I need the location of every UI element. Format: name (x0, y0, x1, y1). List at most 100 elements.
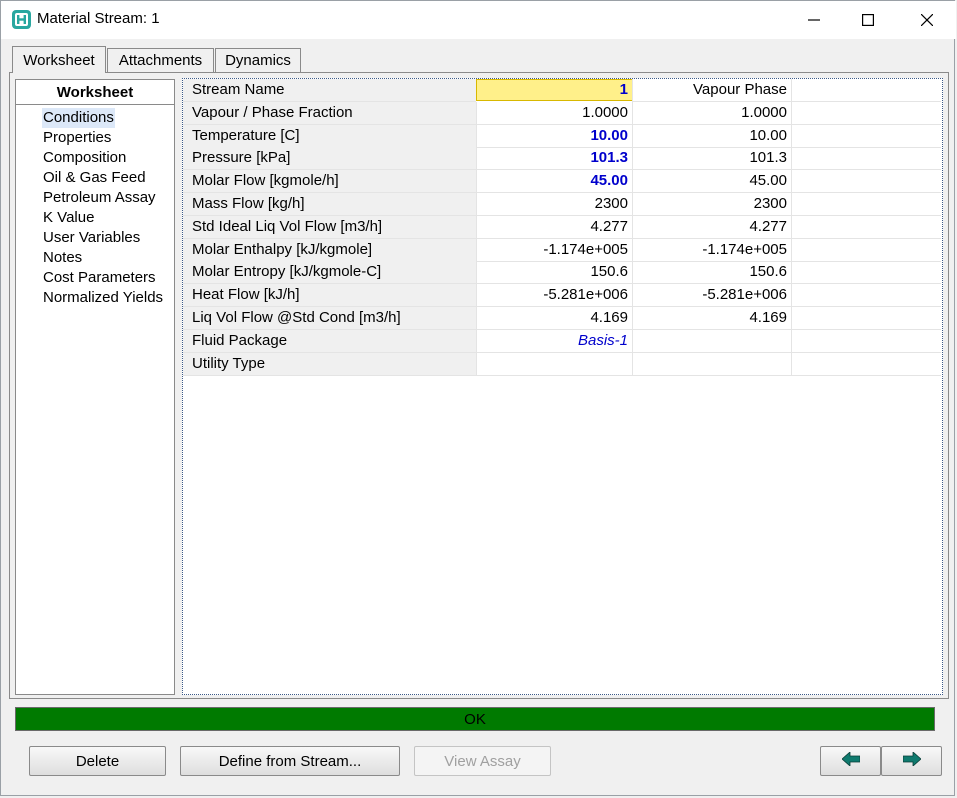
nav-item-properties[interactable]: Properties (42, 128, 112, 148)
close-button[interactable] (898, 1, 956, 39)
row-label: Stream Name (183, 79, 476, 102)
delete-button-label: Delete (75, 752, 120, 770)
minimize-button[interactable] (785, 1, 843, 39)
stream-value-cell[interactable]: 150.6 (476, 261, 632, 285)
nav-header: Worksheet (16, 80, 174, 105)
nav-item-oil-gas-feed[interactable]: Oil & Gas Feed (42, 168, 147, 188)
tab-dynamics[interactable]: Dynamics (215, 48, 301, 72)
stream-value-cell[interactable]: 1 (476, 79, 633, 101)
row-label: Heat Flow [kJ/h] (183, 284, 476, 308)
nav-item-cost-parameters[interactable]: Cost Parameters (42, 268, 157, 288)
phase-value-cell: -1.174e+005 (632, 238, 791, 262)
row-label: Liq Vol Flow @Std Cond [m3/h] (183, 307, 476, 330)
empty-cell (791, 124, 941, 148)
window-title: Material Stream: 1 (37, 10, 160, 27)
tab-attachments-label: Attachments (118, 52, 203, 69)
phase-value-cell: 4.169 (632, 307, 791, 330)
hysys-app-icon (12, 10, 31, 29)
maximize-icon (862, 14, 874, 26)
stream-value-cell[interactable]: 4.169 (476, 307, 632, 330)
empty-cell (791, 101, 941, 125)
phase-value-cell: -5.281e+006 (632, 284, 791, 308)
row-label: Mass Flow [kg/h] (183, 193, 476, 216)
grid-row: Molar Flow [kgmole/h] 45.00 45.00 (183, 170, 941, 194)
minimize-icon (808, 14, 820, 26)
row-label: Fluid Package (183, 329, 476, 353)
row-label: Temperature [C] (183, 124, 476, 148)
nav-item-conditions[interactable]: Conditions (42, 108, 115, 128)
grid-row: Heat Flow [kJ/h] -5.281e+006 -5.281e+006 (183, 284, 941, 308)
tab-attachments[interactable]: Attachments (107, 48, 214, 72)
close-icon (921, 14, 933, 26)
nav-item-composition[interactable]: Composition (42, 148, 127, 168)
empty-cell (791, 170, 941, 194)
empty-cell (791, 147, 941, 171)
conditions-grid: Stream Name 1 Vapour Phase Vapour / Phase F… (182, 78, 943, 695)
status-bar: OK (15, 707, 935, 731)
grid-row: Mass Flow [kg/h] 2300 2300 (183, 193, 941, 216)
grid-row: Fluid Package Basis-1 (183, 329, 941, 353)
worksheet-nav: Worksheet Conditions Properties Composit… (15, 79, 175, 695)
maximize-button[interactable] (839, 1, 897, 39)
stream-value-cell[interactable]: -5.281e+006 (476, 284, 632, 308)
view-assay-button[interactable]: View Assay (414, 746, 551, 776)
empty-cell (791, 329, 941, 353)
tab-worksheet-label: Worksheet (23, 51, 95, 69)
nav-item-k-value[interactable]: K Value (42, 208, 95, 228)
next-button[interactable] (881, 746, 942, 776)
row-label: Utility Type (183, 352, 476, 376)
phase-value-cell: 10.00 (632, 124, 791, 148)
row-label: Molar Flow [kgmole/h] (183, 170, 476, 194)
phase-value-cell: 101.3 (632, 147, 791, 171)
stream-value-cell[interactable]: -1.174e+005 (476, 238, 632, 262)
nav-item-petroleum-assay[interactable]: Petroleum Assay (42, 188, 157, 208)
grid-row: Stream Name 1 Vapour Phase (183, 79, 941, 102)
tab-dynamics-label: Dynamics (225, 52, 291, 69)
row-label: Std Ideal Liq Vol Flow [m3/h] (183, 215, 476, 239)
stream-value-cell[interactable]: 101.3 (476, 147, 632, 171)
phase-value-cell (632, 329, 791, 353)
stream-value-cell[interactable]: 10.00 (476, 124, 632, 148)
phase-value-cell: 1.0000 (632, 101, 791, 125)
row-label: Vapour / Phase Fraction (183, 101, 476, 125)
stream-value-cell[interactable] (476, 352, 632, 376)
stream-value-cell[interactable]: 2300 (476, 193, 632, 216)
empty-cell (791, 352, 941, 376)
empty-cell (791, 79, 941, 102)
grid-row: Std Ideal Liq Vol Flow [m3/h] 4.277 4.277 (183, 215, 941, 239)
previous-button[interactable] (820, 746, 881, 776)
title-bar: Material Stream: 1 (1, 1, 956, 39)
define-from-stream-button[interactable]: Define from Stream... (180, 746, 400, 776)
grid-row: Liq Vol Flow @Std Cond [m3/h] 4.169 4.169 (183, 307, 941, 330)
arrow-left-icon (840, 751, 860, 770)
phase-value-cell: 45.00 (632, 170, 791, 194)
empty-cell (791, 261, 941, 285)
empty-cell (791, 238, 941, 262)
grid-row: Vapour / Phase Fraction 1.0000 1.0000 (183, 101, 941, 125)
nav-item-user-variables[interactable]: User Variables (42, 228, 141, 248)
row-label: Pressure [kPa] (183, 147, 476, 171)
grid-row: Pressure [kPa] 101.3 101.3 (183, 147, 941, 171)
arrow-right-icon (902, 751, 922, 770)
delete-button[interactable]: Delete (29, 746, 166, 776)
phase-value-cell (632, 352, 791, 376)
stream-value-cell[interactable]: 45.00 (476, 170, 632, 194)
nav-item-normalized-yields[interactable]: Normalized Yields (42, 288, 164, 308)
nav-item-notes[interactable]: Notes (42, 248, 83, 268)
define-from-stream-button-label: Define from Stream... (218, 752, 362, 770)
row-label: Molar Entropy [kJ/kgmole-C] (183, 261, 476, 285)
stream-value-cell[interactable]: 1.0000 (476, 101, 632, 125)
empty-cell (791, 193, 941, 216)
phase-value-cell: 2300 (632, 193, 791, 216)
status-text: OK (464, 710, 486, 728)
stream-value-cell[interactable]: 4.277 (476, 215, 632, 239)
phase-value-cell: 4.277 (632, 215, 791, 239)
grid-row: Utility Type (183, 352, 941, 376)
row-label: Molar Enthalpy [kJ/kgmole] (183, 238, 476, 262)
view-assay-button-label: View Assay (444, 752, 521, 770)
tab-worksheet[interactable]: Worksheet (12, 46, 106, 73)
grid-row: Molar Entropy [kJ/kgmole-C] 150.6 150.6 (183, 261, 941, 285)
stream-value-cell[interactable]: Basis-1 (476, 329, 632, 353)
phase-value-cell: Vapour Phase (632, 79, 791, 102)
empty-cell (791, 215, 941, 239)
